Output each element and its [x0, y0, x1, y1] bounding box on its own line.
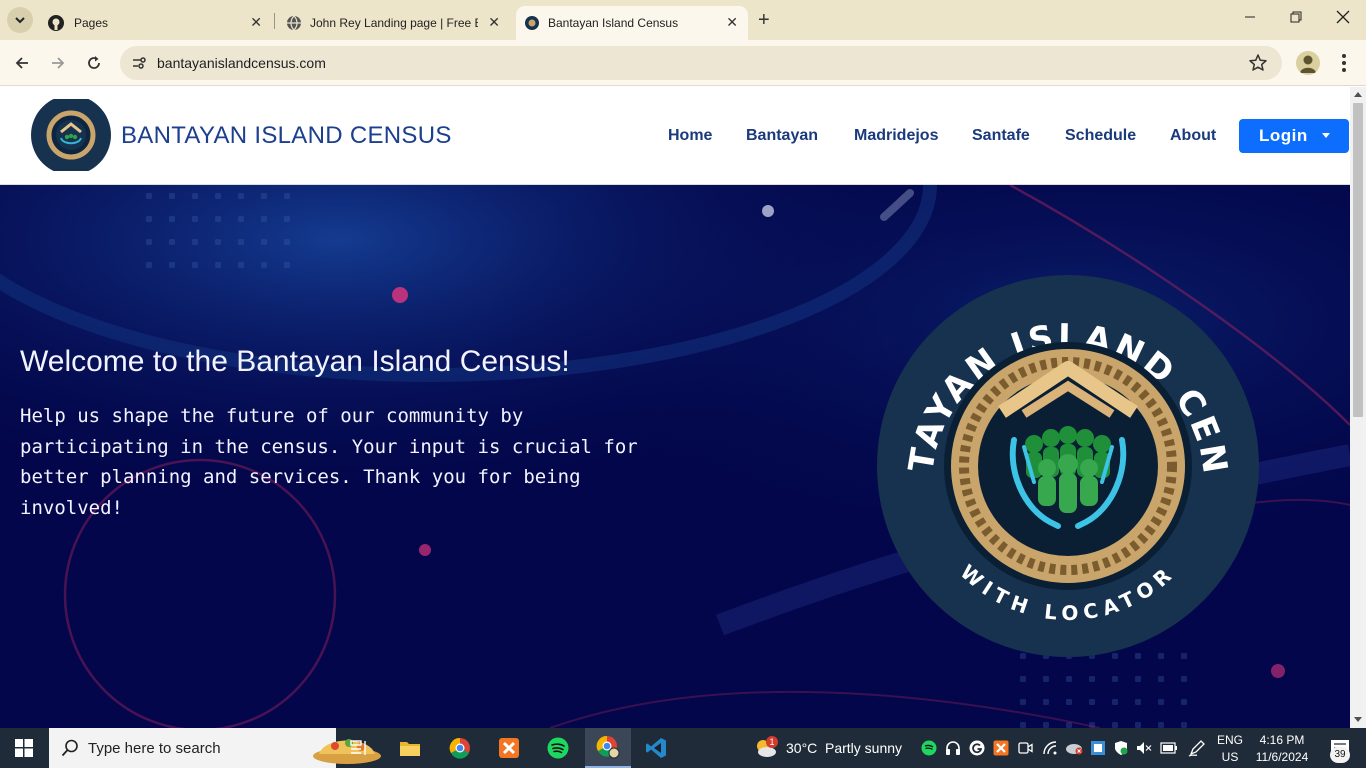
- forward-arrow-icon[interactable]: [47, 52, 69, 74]
- close-icon[interactable]: ✕: [488, 14, 500, 31]
- page-scrollbar[interactable]: [1350, 87, 1366, 728]
- tab-title: John Rey Landing page | Free B: [310, 16, 478, 30]
- tab-divider: [274, 13, 275, 29]
- browser-tab-strip: Pages ✕ John Rey Landing page | Free B ✕…: [0, 0, 1366, 40]
- login-dropdown-button[interactable]: Login: [1239, 119, 1349, 153]
- caret-down-icon: [1321, 132, 1330, 138]
- language-region[interactable]: US: [1216, 750, 1244, 764]
- app-tray-icon[interactable]: [1088, 728, 1108, 768]
- login-label: Login: [1259, 126, 1308, 145]
- pen-tray-icon[interactable]: [1186, 728, 1208, 768]
- tab-john-rey[interactable]: John Rey Landing page | Free B ✕: [278, 6, 510, 40]
- browser-menu-icon[interactable]: [1334, 52, 1354, 74]
- close-icon[interactable]: ✕: [250, 14, 262, 31]
- tab-title: Bantayan Island Census: [548, 16, 679, 30]
- hero-title: Welcome to the Bantayan Island Census!: [20, 345, 570, 378]
- weather-temp[interactable]: 30°C: [786, 740, 817, 756]
- meet-now-tray-icon[interactable]: [1015, 728, 1035, 768]
- grammarly-tray-icon[interactable]: [967, 728, 987, 768]
- volume-muted-icon[interactable]: [1134, 728, 1154, 768]
- site-brand-title[interactable]: BANTAYAN ISLAND CENSUS: [121, 122, 452, 150]
- nav-link-madridejos[interactable]: Madridejos: [854, 127, 938, 145]
- spotify-icon[interactable]: [536, 728, 580, 768]
- new-tab-icon[interactable]: +: [758, 8, 770, 32]
- site-navbar: BANTAYAN ISLAND CENSUS Home Bantayan Mad…: [0, 87, 1350, 185]
- github-icon: [48, 15, 64, 31]
- nav-link-schedule[interactable]: Schedule: [1065, 127, 1136, 145]
- nav-link-home[interactable]: Home: [668, 127, 712, 145]
- window-close-icon[interactable]: [1336, 10, 1350, 27]
- browser-toolbar: bantayanislandcensus.com: [0, 40, 1366, 86]
- weather-badge: 1: [766, 736, 778, 748]
- page-viewport: BANTAYAN ISLAND CENSUS Home Bantayan Mad…: [0, 87, 1350, 728]
- vscode-icon[interactable]: [634, 728, 678, 768]
- notification-count-badge: 39: [1330, 747, 1350, 763]
- site-favicon-icon: [525, 16, 539, 30]
- hero-section: Welcome to the Bantayan Island Census! H…: [0, 185, 1350, 728]
- windows-taskbar: Type here to search 1 30°C Partly sunny: [0, 728, 1366, 768]
- restore-icon[interactable]: [1290, 10, 1302, 26]
- tab-search-button[interactable]: [7, 7, 33, 33]
- scroll-down-icon[interactable]: [1354, 717, 1362, 722]
- tab-bantayan-census[interactable]: Bantayan Island Census ✕: [516, 6, 748, 40]
- file-explorer-icon[interactable]: [388, 728, 432, 768]
- back-arrow-icon[interactable]: [11, 52, 33, 74]
- close-icon[interactable]: ✕: [726, 14, 738, 31]
- headset-tray-icon[interactable]: [943, 728, 963, 768]
- scroll-up-icon[interactable]: [1354, 92, 1362, 97]
- search-icon: [61, 739, 78, 757]
- clock-time[interactable]: 4:16 PM: [1252, 733, 1312, 747]
- windows-start-icon[interactable]: [0, 728, 48, 768]
- weather-icon[interactable]: [752, 728, 780, 768]
- search-placeholder: Type here to search: [88, 739, 221, 757]
- profile-avatar-icon[interactable]: [1296, 51, 1320, 75]
- tab-pages[interactable]: Pages ✕: [40, 6, 272, 40]
- url-text: bantayanislandcensus.com: [157, 55, 326, 71]
- xampp-icon[interactable]: [487, 728, 531, 768]
- clock-date[interactable]: 11/6/2024: [1250, 750, 1314, 764]
- taskbar-search-box[interactable]: Type here to search: [49, 728, 381, 768]
- language-code[interactable]: ENG: [1216, 733, 1244, 747]
- onedrive-tray-icon[interactable]: [1063, 728, 1085, 768]
- chrome-profile-icon[interactable]: [585, 728, 631, 768]
- scrollbar-thumb[interactable]: [1353, 103, 1363, 417]
- globe-icon: [287, 15, 301, 31]
- xampp-tray-icon[interactable]: [991, 728, 1011, 768]
- task-view-icon[interactable]: [338, 728, 382, 768]
- address-bar[interactable]: bantayanislandcensus.com: [120, 46, 1282, 80]
- chevron-down-icon: [15, 17, 25, 24]
- chrome-icon[interactable]: [438, 728, 482, 768]
- census-seal-logo: BANTAYAN ISLAND CENSUS WITH LOCATOR: [874, 272, 1259, 657]
- spotify-tray-icon[interactable]: [919, 728, 939, 768]
- census-logo[interactable]: [30, 99, 112, 171]
- weather-condition[interactable]: Partly sunny: [825, 740, 902, 756]
- minimize-icon[interactable]: [1244, 10, 1256, 26]
- nav-link-santafe[interactable]: Santafe: [972, 127, 1030, 145]
- reload-icon[interactable]: [83, 52, 105, 74]
- battery-icon[interactable]: [1158, 728, 1180, 768]
- nav-link-about[interactable]: About: [1170, 127, 1216, 145]
- bookmark-star-icon[interactable]: [1248, 53, 1268, 73]
- site-settings-icon[interactable]: [130, 54, 148, 72]
- hero-description: Help us shape the future of our communit…: [20, 405, 638, 519]
- security-tray-icon[interactable]: [1111, 728, 1131, 768]
- nav-link-bantayan[interactable]: Bantayan: [746, 127, 818, 145]
- network-tray-icon[interactable]: [1040, 728, 1060, 768]
- tab-title: Pages: [74, 16, 109, 30]
